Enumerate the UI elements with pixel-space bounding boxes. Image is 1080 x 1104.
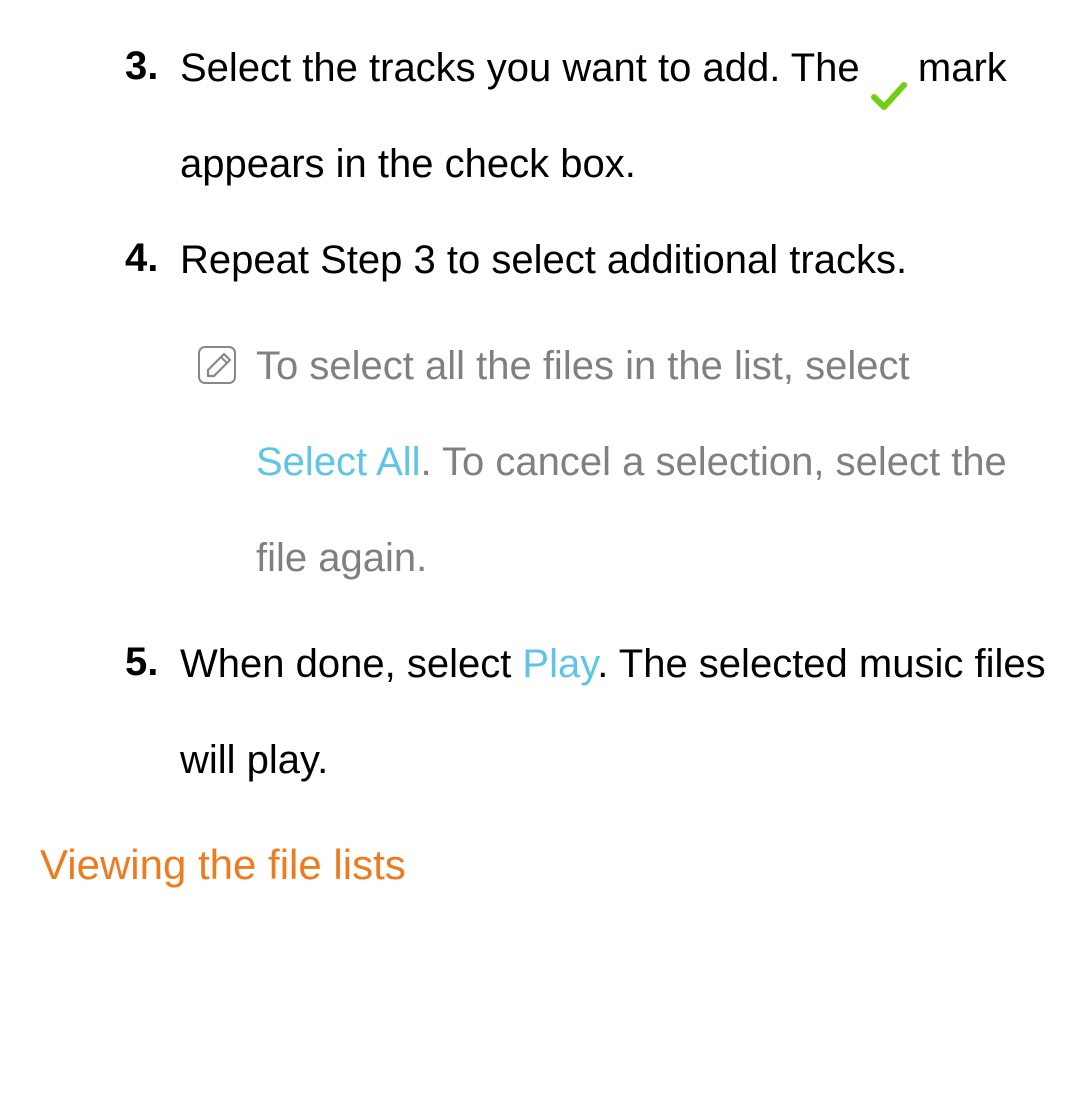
step-4: 4. Repeat Step 3 to select additional tr… bbox=[20, 212, 1060, 308]
note-text-part1: To select all the files in the list, sel… bbox=[256, 344, 910, 388]
note-content: To select all the files in the list, sel… bbox=[256, 318, 1020, 606]
step-3-number: 3. bbox=[125, 20, 175, 94]
note-block: To select all the files in the list, sel… bbox=[20, 318, 1060, 606]
step-4-number: 4. bbox=[125, 212, 175, 286]
step-5-text-part1: When done, select bbox=[180, 642, 522, 686]
step-3-text-before: Select the tracks you want to add. The bbox=[180, 46, 871, 90]
step-5: 5. When done, select Play. The selected … bbox=[20, 616, 1060, 808]
step-4-content: Repeat Step 3 to select additional track… bbox=[175, 212, 1060, 308]
section-heading: Viewing the file lists bbox=[20, 838, 1060, 893]
step-5-content: When done, select Play. The selected mus… bbox=[175, 616, 1060, 808]
step-3-content: Select the tracks you want to add. The m… bbox=[175, 20, 1060, 212]
step-5-number: 5. bbox=[125, 616, 175, 690]
select-all-label: Select All bbox=[256, 440, 421, 484]
play-label: Play bbox=[522, 642, 597, 686]
checkmark-icon bbox=[871, 52, 907, 84]
step-3: 3. Select the tracks you want to add. Th… bbox=[20, 20, 1060, 212]
note-pencil-icon bbox=[198, 346, 236, 384]
